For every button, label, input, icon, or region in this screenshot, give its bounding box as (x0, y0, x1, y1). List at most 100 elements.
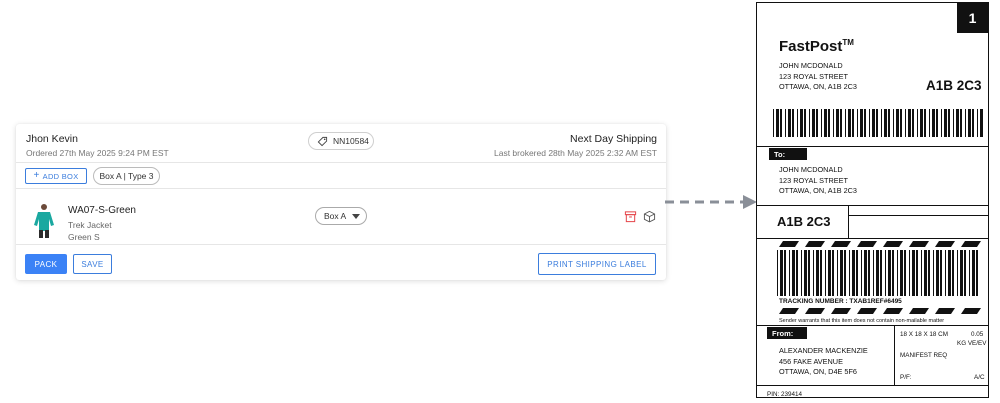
barcode-bar (960, 109, 962, 137)
barcode-bar (828, 250, 831, 296)
barcode-bar (936, 250, 939, 296)
barcode-bar (828, 109, 830, 137)
barcode-bar (796, 250, 798, 296)
stripe (805, 241, 825, 247)
label-number: 1 (957, 3, 988, 33)
barcode-bar (816, 109, 818, 137)
stripe (935, 241, 955, 247)
trademark: TM (842, 38, 854, 47)
package-icon[interactable] (643, 210, 656, 223)
add-box-button[interactable]: + ADD BOX (25, 168, 87, 184)
item-sku: WA07-S-Green (68, 205, 136, 216)
order-number-badge[interactable]: NN10584 (308, 132, 374, 150)
barcode-bar (952, 250, 954, 296)
box-chip[interactable]: Box A | Type 3 (93, 167, 160, 185)
caret-down-icon (352, 213, 361, 219)
tracking-number: TRACKING NUMBER : TXAB1REF#6495 (779, 298, 902, 305)
package-dimensions: 18 X 18 X 18 CM (900, 331, 948, 338)
barcode-bar (948, 250, 951, 296)
barcode-bar (824, 109, 827, 137)
header-ship-to: JOHN MCDONALD 123 ROYAL STREET OTTAWA, O… (779, 61, 857, 93)
warranty-note: Sender warrants that this item does not … (779, 318, 945, 324)
barcode-bar (924, 109, 926, 137)
stripe (857, 241, 877, 247)
barcode-bar (972, 250, 975, 296)
barcode-bar (864, 109, 866, 137)
barcode-bar (868, 250, 870, 296)
stripe (961, 308, 981, 314)
barcode-bar (944, 109, 947, 137)
address-line: JOHN MCDONALD (779, 165, 843, 174)
barcode-bar (972, 109, 974, 137)
barcode-bar (893, 109, 894, 137)
barcode-bar (788, 109, 791, 137)
barcode-bar (861, 250, 862, 296)
plus-icon: + (33, 170, 40, 181)
print-shipping-label-button[interactable]: PRINT SHIPPING LABEL (538, 253, 656, 275)
hazard-stripes (779, 308, 981, 314)
barcode-bar (885, 250, 886, 296)
barcode-bar (888, 109, 890, 137)
stripe (779, 241, 799, 247)
barcode-bar (928, 250, 930, 296)
barcode-bar (900, 250, 903, 296)
barcode-bar (820, 250, 822, 296)
barcode-bar (948, 109, 950, 137)
barcode-bar (900, 109, 902, 137)
from-tag: From: (767, 327, 807, 339)
box-select[interactable]: Box A (315, 207, 367, 225)
arrow-right-icon (665, 195, 757, 209)
barcode-bar (792, 250, 795, 296)
barcode-bar (821, 109, 822, 137)
archive-icon[interactable] (624, 210, 637, 223)
barcode-bar (953, 109, 954, 137)
barcode-bar (837, 250, 838, 296)
stripe (935, 308, 955, 314)
barcode-bar (956, 109, 959, 137)
barcode-bar (876, 109, 878, 137)
address-line: 123 ROYAL STREET (779, 175, 848, 185)
pack-button[interactable]: PACK (25, 254, 67, 274)
divider (757, 205, 988, 206)
product-thumbnail (34, 204, 54, 238)
barcode-bar (904, 250, 906, 296)
save-button[interactable]: SAVE (73, 254, 112, 274)
barcode-bar (840, 109, 842, 137)
stripe (831, 308, 851, 314)
barcode-bar (964, 250, 966, 296)
barcode-bar (776, 109, 779, 137)
barcode-bar (785, 109, 786, 137)
barcode-bar (804, 250, 807, 296)
barcode-bar (872, 109, 875, 137)
barcode-bar (857, 109, 858, 137)
barcode-bar (809, 109, 810, 137)
barcode-bar (836, 109, 839, 137)
divider (757, 325, 988, 326)
stripe (909, 308, 929, 314)
action-row: PACK SAVE PRINT SHIPPING LABEL (16, 245, 666, 280)
barcode-bar (936, 109, 938, 137)
divider (848, 215, 988, 216)
barcode-bar (780, 250, 783, 296)
barcode-bar (897, 250, 898, 296)
barcode-bar (920, 109, 923, 137)
barcode-bar (848, 109, 851, 137)
barcode-bar (933, 250, 934, 296)
barcode-bar (876, 250, 879, 296)
barcode-bar (800, 109, 803, 137)
barcode-bar (965, 109, 966, 137)
barcode-bar (833, 109, 834, 137)
postal-code-routing: A1B 2C3 (777, 214, 831, 229)
barcode-bar (784, 250, 786, 296)
barcode-bar (860, 109, 863, 137)
barcode-bar (813, 250, 814, 296)
pin-number: PIN: 239414 (767, 391, 803, 398)
barcode-bar (916, 250, 918, 296)
box-select-value: Box A (324, 211, 347, 221)
order-header: Jhon Kevin Ordered 27th May 2025 9:24 PM… (16, 124, 666, 163)
barcode-bar (849, 250, 850, 296)
barcode-bar (977, 109, 978, 137)
barcode-bar (840, 250, 843, 296)
divider (757, 238, 988, 239)
barcode-bar (912, 250, 915, 296)
